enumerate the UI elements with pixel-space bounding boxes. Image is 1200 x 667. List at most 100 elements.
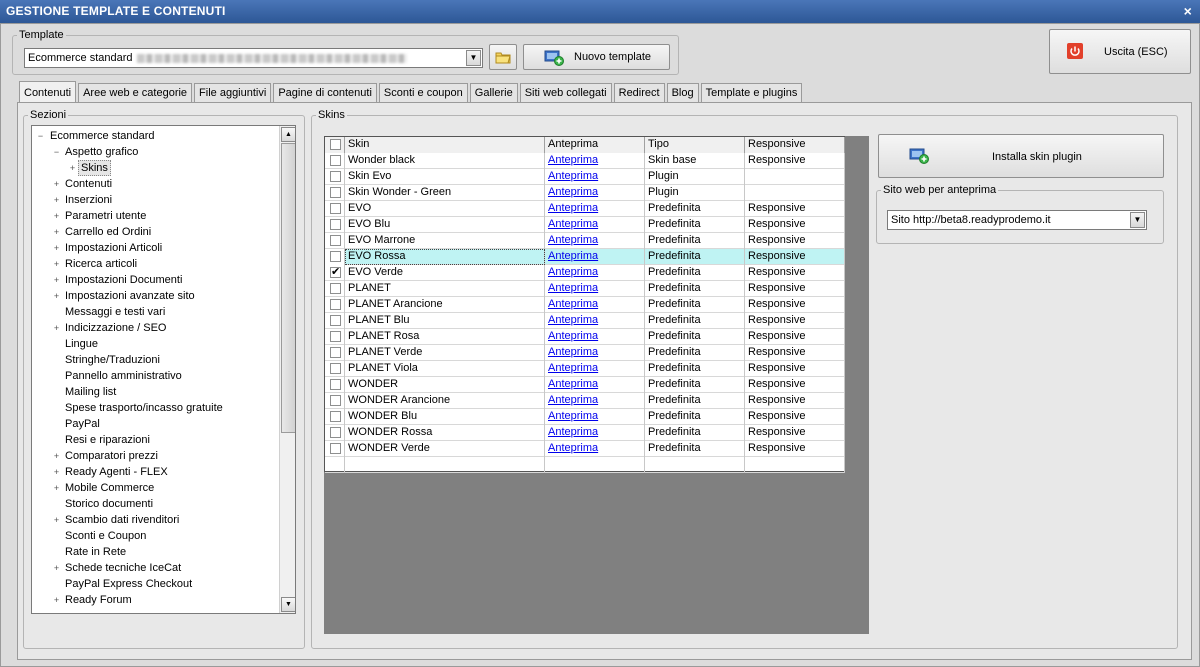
expand-icon[interactable]: +: [68, 164, 77, 173]
row-checkbox[interactable]: [330, 171, 341, 182]
preview-link[interactable]: Anteprima: [545, 185, 645, 201]
expand-icon[interactable]: +: [52, 516, 61, 525]
tree-item[interactable]: Lingue: [32, 336, 278, 352]
chevron-down-icon[interactable]: ▼: [1130, 212, 1145, 228]
row-checkbox[interactable]: [330, 203, 341, 214]
row-checkbox[interactable]: [330, 411, 341, 422]
tree-item[interactable]: Pannello amministrativo: [32, 368, 278, 384]
row-checkbox[interactable]: ✔: [330, 267, 341, 278]
tree-item[interactable]: + Skins: [32, 160, 278, 176]
table-row[interactable]: Skin Wonder - Green Anteprima Plugin: [325, 185, 845, 201]
row-checkbox[interactable]: [330, 235, 341, 246]
tree-item[interactable]: + Scambio dati rivenditori: [32, 512, 278, 528]
table-row[interactable]: PLANET Viola Anteprima Predefinita Responsi…: [325, 361, 845, 377]
tree-item[interactable]: + Ricerca articoli: [32, 256, 278, 272]
row-checkbox[interactable]: [330, 427, 341, 438]
collapse-icon[interactable]: −: [52, 148, 61, 157]
table-row[interactable]: Wonder black Anteprima Skin base Responsive: [325, 153, 845, 169]
preview-link[interactable]: Anteprima: [545, 313, 645, 329]
row-checkbox[interactable]: [330, 283, 341, 294]
table-row[interactable]: PLANET Anteprima Predefinita Responsive: [325, 281, 845, 297]
expand-icon[interactable]: +: [52, 468, 61, 477]
expand-icon[interactable]: +: [52, 484, 61, 493]
table-row[interactable]: WONDER Blu Anteprima Predefinita Responsive: [325, 409, 845, 425]
open-folder-button[interactable]: [489, 44, 517, 70]
tab-sconti-coupon[interactable]: Sconti e coupon: [378, 83, 468, 102]
preview-link[interactable]: Anteprima: [545, 233, 645, 249]
close-icon[interactable]: ×: [1184, 0, 1192, 22]
tab-file-aggiuntivi[interactable]: File aggiuntivi: [194, 83, 272, 102]
row-checkbox[interactable]: [330, 187, 341, 198]
table-row[interactable]: WONDER Anteprima Predefinita Responsive: [325, 377, 845, 393]
tree-item[interactable]: Messaggi e testi vari: [32, 304, 278, 320]
row-checkbox[interactable]: [330, 331, 341, 342]
scroll-up-icon[interactable]: ▲: [281, 127, 295, 142]
tab-contenuti[interactable]: Contenuti: [19, 81, 77, 102]
install-skin-plugin-button[interactable]: Installa skin plugin: [878, 134, 1164, 178]
expand-icon[interactable]: +: [52, 212, 61, 221]
expand-icon[interactable]: +: [52, 244, 61, 253]
preview-link[interactable]: Anteprima: [545, 153, 645, 169]
table-row[interactable]: WONDER Arancione Anteprima Predefinita Resp…: [325, 393, 845, 409]
preview-link[interactable]: Anteprima: [545, 393, 645, 409]
preview-link[interactable]: Anteprima: [545, 217, 645, 233]
expand-icon[interactable]: +: [52, 260, 61, 269]
preview-link[interactable]: Anteprima: [545, 361, 645, 377]
preview-link[interactable]: Anteprima: [545, 201, 645, 217]
tree-item[interactable]: Spese trasporto/incasso gratuite: [32, 400, 278, 416]
tree-item[interactable]: + Comparatori prezzi: [32, 448, 278, 464]
preview-site-select[interactable]: Sito http://beta8.readyprodemo.it ▼: [887, 210, 1147, 230]
row-checkbox[interactable]: [330, 315, 341, 326]
tree-item[interactable]: + Ready Forum: [32, 592, 278, 608]
preview-link[interactable]: Anteprima: [545, 297, 645, 313]
preview-link[interactable]: Anteprima: [545, 441, 645, 457]
preview-link[interactable]: Anteprima: [545, 409, 645, 425]
preview-link[interactable]: Anteprima: [545, 345, 645, 361]
tree-item[interactable]: + Inserzioni: [32, 192, 278, 208]
tree-item[interactable]: Resi e riparazioni: [32, 432, 278, 448]
tree-item[interactable]: + Indicizzazione / SEO: [32, 320, 278, 336]
row-checkbox[interactable]: [330, 155, 341, 166]
column-header[interactable]: Tipo: [645, 137, 745, 153]
expand-icon[interactable]: +: [52, 596, 61, 605]
preview-link[interactable]: Anteprima: [545, 265, 645, 281]
column-header[interactable]: Anteprima: [545, 137, 645, 153]
preview-link[interactable]: Anteprima: [545, 329, 645, 345]
tree-item[interactable]: Stringhe/Traduzioni: [32, 352, 278, 368]
tab-pagine-contenuti[interactable]: Pagine di contenuti: [273, 83, 377, 102]
tab-redirect[interactable]: Redirect: [613, 83, 665, 102]
table-row[interactable]: EVO Marrone Anteprima Predefinita Responsiv…: [325, 233, 845, 249]
chevron-down-icon[interactable]: ▼: [466, 50, 481, 66]
tree-item[interactable]: + Mobile Commerce: [32, 480, 278, 496]
row-checkbox[interactable]: [330, 299, 341, 310]
table-row[interactable]: WONDER Verde Anteprima Predefinita Responsi…: [325, 441, 845, 457]
expand-icon[interactable]: +: [52, 196, 61, 205]
tree-item[interactable]: + Ready Agenti - FLEX: [32, 464, 278, 480]
scroll-thumb[interactable]: [281, 143, 295, 433]
preview-link[interactable]: Anteprima: [545, 425, 645, 441]
tree-item[interactable]: Sconti e Coupon: [32, 528, 278, 544]
tree-item[interactable]: Storico documenti: [32, 496, 278, 512]
table-row[interactable]: EVO Anteprima Predefinita Responsive: [325, 201, 845, 217]
select-all-checkbox[interactable]: [330, 139, 341, 150]
tab-blog[interactable]: Blog: [666, 83, 699, 102]
table-row[interactable]: WONDER Rossa Anteprima Predefinita Responsi…: [325, 425, 845, 441]
tab-gallerie[interactable]: Gallerie: [469, 83, 518, 102]
tree-item[interactable]: + Impostazioni avanzate sito: [32, 288, 278, 304]
skins-grid[interactable]: Skin Anteprima Tipo Responsive Wonder black A…: [324, 136, 869, 634]
tree-item[interactable]: + Contenuti: [32, 176, 278, 192]
expand-icon[interactable]: +: [52, 228, 61, 237]
column-header[interactable]: Responsive: [745, 137, 845, 153]
new-template-button[interactable]: Nuovo template: [523, 44, 670, 70]
preview-link[interactable]: Anteprima: [545, 249, 645, 265]
row-checkbox[interactable]: [330, 363, 341, 374]
template-select[interactable]: Ecommerce standard ▼: [24, 48, 483, 68]
table-row[interactable]: EVO Rossa Anteprima Predefinita Responsive: [325, 249, 845, 265]
expand-icon[interactable]: +: [52, 324, 61, 333]
collapse-icon[interactable]: −: [36, 132, 45, 141]
row-checkbox[interactable]: [330, 379, 341, 390]
expand-icon[interactable]: +: [52, 564, 61, 573]
exit-button[interactable]: Uscita (ESC): [1049, 29, 1191, 74]
expand-icon[interactable]: +: [52, 276, 61, 285]
table-row[interactable]: PLANET Verde Anteprima Predefinita Responsi…: [325, 345, 845, 361]
